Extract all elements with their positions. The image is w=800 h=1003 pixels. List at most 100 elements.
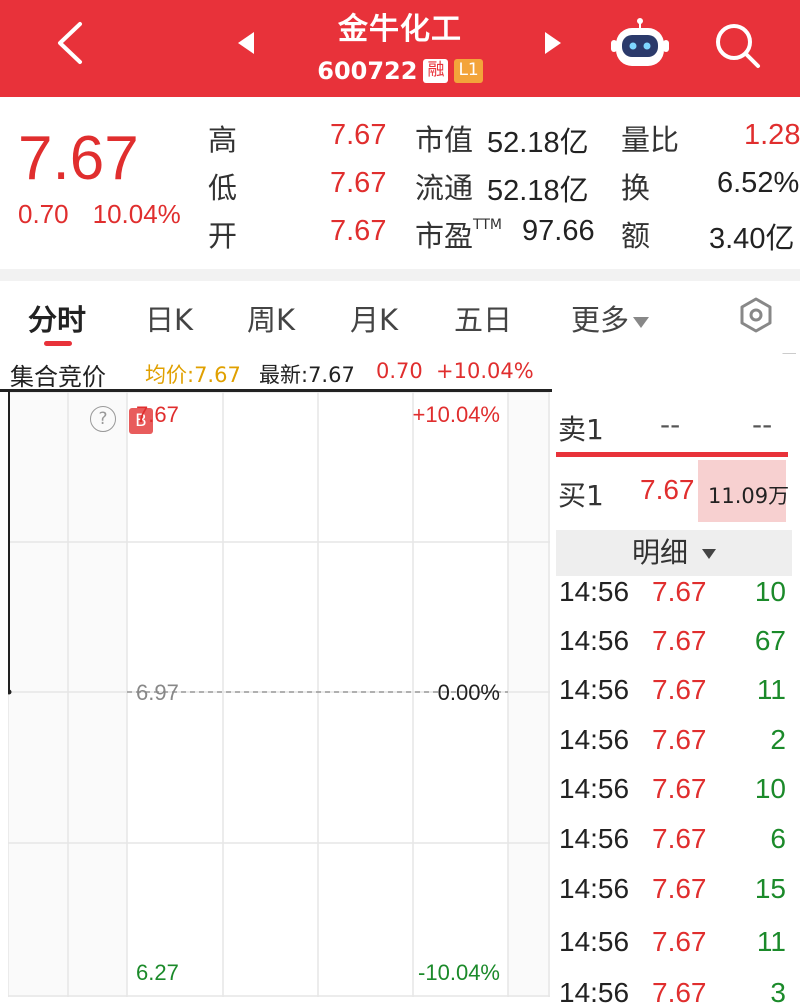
stat-pe-value: 97.66 bbox=[522, 215, 595, 247]
tick-row: 14:56 7.67 11 bbox=[552, 674, 800, 722]
tick-price: 7.67 bbox=[652, 977, 707, 1003]
stat-open: 开 bbox=[208, 219, 238, 253]
tick-price: 7.67 bbox=[652, 773, 707, 804]
stock-code: 600722 bbox=[317, 57, 418, 85]
sell1-label: 卖1 bbox=[558, 413, 604, 446]
stat-low: 低 bbox=[208, 171, 238, 205]
change-amount: 0.70 bbox=[18, 199, 69, 229]
stat-open-value: 7.67 bbox=[330, 215, 387, 247]
settings-hexagon-icon[interactable] bbox=[737, 296, 775, 334]
stat-pe: 市盈TTM bbox=[415, 217, 502, 253]
tick-volume: 67 bbox=[754, 625, 786, 656]
tick-row: 14:56 7.67 10 bbox=[552, 576, 800, 624]
stat-amount: 额 bbox=[621, 219, 651, 253]
stat-volume-ratio: 量比 bbox=[621, 123, 680, 157]
tick-row: 14:56 7.67 67 bbox=[552, 625, 800, 673]
last-price: 7.67 bbox=[18, 124, 139, 193]
stock-name: 金牛化工 bbox=[338, 12, 462, 47]
tab-active-indicator bbox=[44, 341, 72, 346]
tick-price: 7.67 bbox=[652, 576, 707, 607]
sell1-volume: -- bbox=[752, 408, 773, 441]
tick-row: 14:56 7.67 10 bbox=[552, 773, 800, 821]
y-right-top: +10.04% bbox=[412, 402, 500, 427]
y-right-mid: 0.00% bbox=[437, 680, 500, 705]
tick-volume: 15 bbox=[754, 873, 786, 904]
robot-assistant-icon[interactable] bbox=[610, 18, 670, 70]
tick-time: 14:56 bbox=[559, 926, 630, 957]
tab-weekly-k[interactable]: 周K bbox=[247, 297, 295, 339]
top-bar: 金牛化工 600722 融 L1 bbox=[0, 0, 800, 97]
order-book-panel: 卖1 -- -- 买1 7.67 11.09万 明细 14:56 7.67 10 14… bbox=[552, 392, 800, 1003]
stat-turnover-value: 6.52% bbox=[717, 167, 800, 199]
info-change: 0.70 bbox=[376, 359, 423, 383]
margin-badge: 融 bbox=[423, 59, 449, 83]
bid-ask-divider bbox=[556, 452, 788, 457]
buy1-price: 7.67 bbox=[640, 474, 695, 505]
stat-volume-ratio-value: 1.28 bbox=[744, 119, 800, 151]
chart-info-bar: 集合竞价 均价:7.67 最新:7.67 0.70 +10.04% bbox=[0, 353, 552, 391]
tick-row: 14:56 7.67 6 bbox=[552, 823, 800, 871]
tick-row: 14:56 7.67 11 bbox=[552, 926, 800, 974]
sell1-price: -- bbox=[660, 408, 681, 441]
tab-intraday[interactable]: 分时 bbox=[28, 297, 86, 339]
tick-volume: 3 bbox=[770, 977, 786, 1003]
tick-price: 7.67 bbox=[652, 873, 707, 904]
stat-market-cap: 市值 bbox=[415, 123, 474, 157]
stat-high: 高 bbox=[208, 123, 238, 157]
tick-volume: 10 bbox=[754, 773, 786, 804]
help-icon[interactable]: ? bbox=[90, 406, 116, 432]
tick-volume: 11 bbox=[756, 674, 786, 705]
tick-time: 14:56 bbox=[559, 576, 630, 607]
stat-low-value: 7.67 bbox=[330, 167, 387, 199]
next-stock-icon[interactable] bbox=[543, 30, 563, 56]
call-auction-label: 集合竞价 bbox=[10, 363, 106, 391]
stat-turnover: 换 bbox=[621, 171, 651, 205]
detail-toggle-button[interactable]: 明细 bbox=[556, 530, 792, 576]
tick-volume: 2 bbox=[770, 724, 786, 755]
stock-code-line: 600722 融 L1 bbox=[0, 56, 800, 85]
tick-time: 14:56 bbox=[559, 674, 630, 705]
tick-time: 14:56 bbox=[559, 873, 630, 904]
tab-daily-k[interactable]: 日K bbox=[145, 297, 193, 339]
tick-time: 14:56 bbox=[559, 773, 630, 804]
stat-pe-ttm: TTM bbox=[473, 217, 502, 233]
stat-float-cap-value: 52.18亿 bbox=[487, 175, 589, 207]
y-left-bottom: 6.27 bbox=[136, 960, 179, 985]
info-change-pct: +10.04% bbox=[436, 359, 534, 383]
tab-monthly-k[interactable]: 月K bbox=[350, 297, 398, 339]
tick-volume: 10 bbox=[754, 576, 786, 607]
tick-time: 14:56 bbox=[559, 823, 630, 854]
tab-more[interactable]: 更多 bbox=[571, 297, 650, 339]
stat-market-cap-value: 52.18亿 bbox=[487, 127, 589, 159]
quote-panel: 7.67 0.70 10.04% 高 7.67 低 7.67 开 7.67 市值 … bbox=[0, 97, 800, 354]
tick-price: 7.67 bbox=[652, 823, 707, 854]
tick-volume: 11 bbox=[756, 926, 786, 957]
price-change: 0.70 10.04% bbox=[18, 199, 181, 230]
tick-price: 7.67 bbox=[652, 674, 707, 705]
tick-price: 7.67 bbox=[652, 926, 707, 957]
chart-tabs: 分时 日K 周K 月K 五日 更多 bbox=[0, 281, 800, 353]
tick-row: 14:56 7.67 15 bbox=[552, 873, 800, 921]
buy1-label: 买1 bbox=[558, 479, 604, 512]
intraday-chart[interactable]: ? B 7.67 6.97 6.27 +10.04% 0.00% -10.04% bbox=[6, 391, 550, 997]
y-right-bottom: -10.04% bbox=[418, 960, 500, 985]
tick-time: 14:56 bbox=[559, 625, 630, 656]
post-session-area bbox=[508, 392, 550, 997]
stat-float-cap: 流通 bbox=[415, 171, 474, 205]
y-left-top: 7.67 bbox=[136, 402, 179, 427]
level-badge: L1 bbox=[454, 59, 483, 83]
stat-amount-value: 3.40亿 bbox=[709, 223, 795, 255]
change-percent: 10.04% bbox=[92, 199, 181, 229]
stat-high-value: 7.67 bbox=[330, 119, 387, 151]
tab-five-day[interactable]: 五日 bbox=[454, 297, 512, 339]
latest-price-label: 最新:7.67 bbox=[259, 363, 355, 387]
search-icon[interactable] bbox=[712, 20, 762, 70]
y-left-mid: 6.97 bbox=[136, 680, 179, 705]
tick-row: 14:56 7.67 2 bbox=[552, 724, 800, 772]
tick-price: 7.67 bbox=[652, 724, 707, 755]
buy1-volume: 11.09万 bbox=[708, 484, 790, 508]
section-divider bbox=[0, 269, 800, 281]
tick-row: 14:56 7.67 3 bbox=[552, 977, 800, 1003]
tick-price: 7.67 bbox=[652, 625, 707, 656]
avg-price-label: 均价:7.67 bbox=[145, 363, 241, 387]
